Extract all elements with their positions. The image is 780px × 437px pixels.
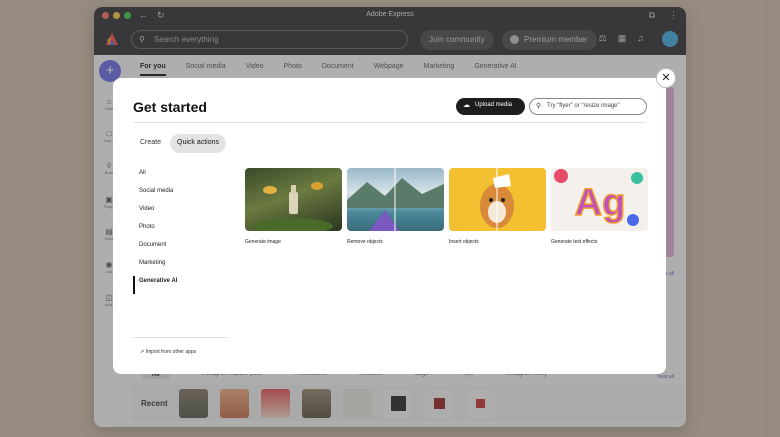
generate-image-thumbnail <box>245 168 342 231</box>
divider <box>133 122 646 123</box>
card-label: Generate text effects <box>551 239 598 245</box>
text-effect-letters: Ag <box>575 182 626 224</box>
dialog-search-input[interactable]: ⚲ Try "flyer" or "resize image" <box>529 98 647 115</box>
dialog-search-placeholder: Try "flyer" or "resize image" <box>547 103 620 109</box>
category-document[interactable]: Document <box>133 240 229 258</box>
category-photo[interactable]: Photo <box>133 222 229 240</box>
dialog-title: Get started <box>133 99 207 115</box>
card-label: Generate image <box>245 239 281 245</box>
generate-image-card[interactable]: Generate image <box>245 168 342 245</box>
remove-objects-card[interactable]: Remove objects <box>347 168 444 245</box>
insert-objects-thumbnail <box>449 168 546 231</box>
get-started-dialog: Get started ☁ Upload media ⚲ Try "flyer"… <box>113 78 666 374</box>
import-label: Import from other apps <box>145 349 197 355</box>
remove-objects-thumbnail <box>347 168 444 231</box>
category-list: All Social media Video Photo Document Ma… <box>133 168 229 294</box>
card-label: Remove objects <box>347 239 383 245</box>
insert-objects-card[interactable]: Insert objects <box>449 168 546 245</box>
generate-text-effects-card[interactable]: Ag Generate text effects <box>551 168 648 245</box>
upload-label: Upload media <box>475 102 513 108</box>
divider <box>133 337 229 338</box>
category-social-media[interactable]: Social media <box>133 186 229 204</box>
category-generative-ai[interactable]: Generative AI <box>133 276 229 294</box>
category-marketing[interactable]: Marketing <box>133 258 229 276</box>
search-icon: ⚲ <box>536 103 542 110</box>
tab-quick-actions[interactable]: Quick actions <box>170 134 227 153</box>
card-label: Insert objects <box>449 239 479 245</box>
tab-create[interactable]: Create <box>133 134 168 153</box>
generate-text-effects-thumbnail: Ag <box>551 168 648 231</box>
import-icon: ⇗ <box>140 349 145 355</box>
cloud-upload-icon: ☁ <box>463 102 470 109</box>
import-from-other-apps-link[interactable]: ⇗ Import from other apps <box>140 349 196 355</box>
category-video[interactable]: Video <box>133 204 229 222</box>
close-dialog-button[interactable]: ✕ <box>656 68 676 88</box>
upload-media-button[interactable]: ☁ Upload media <box>456 98 525 115</box>
category-all[interactable]: All <box>133 168 229 186</box>
